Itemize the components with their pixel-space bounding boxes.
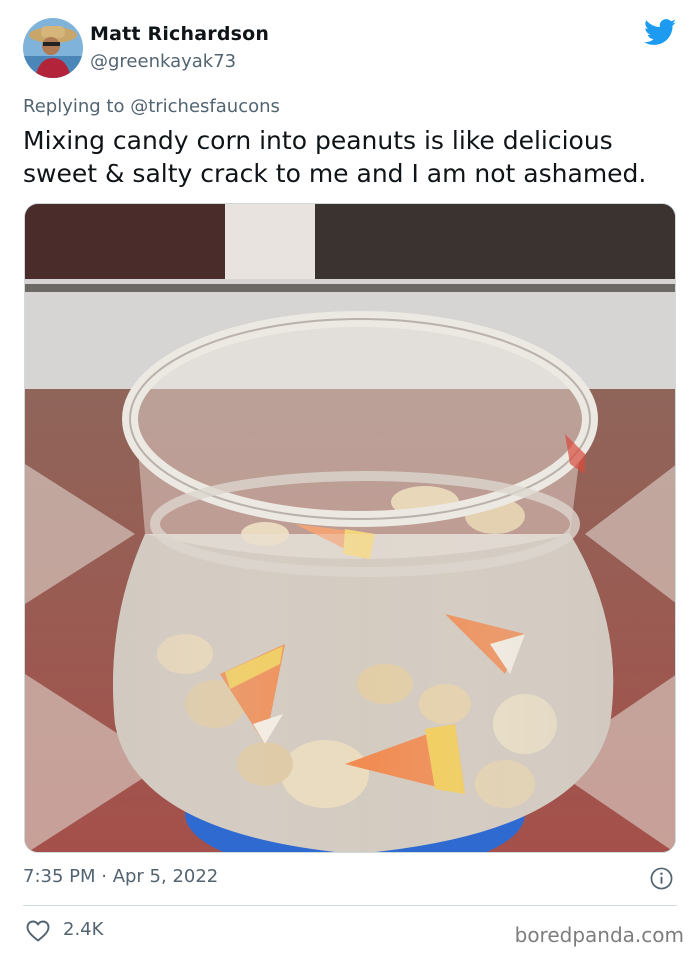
avatar[interactable] xyxy=(23,18,83,78)
tweet-timestamp[interactable]: 7:35 PM · Apr 5, 2022 xyxy=(23,866,218,887)
twitter-bird-icon[interactable] xyxy=(644,19,677,46)
divider xyxy=(23,905,677,906)
author-name[interactable]: Matt Richardson xyxy=(90,23,269,45)
tweet-photo[interactable] xyxy=(24,203,676,853)
reply-context: Replying to @trichesfaucons xyxy=(23,96,280,117)
like-count: 2.4K xyxy=(63,919,104,940)
author-handle[interactable]: @greenkayak73 xyxy=(90,51,236,72)
watermark: boredpanda.com xyxy=(514,923,684,947)
tweet-text: Mixing candy corn into peanuts is like d… xyxy=(23,126,647,188)
reply-mention[interactable]: @trichesfaucons xyxy=(130,96,280,117)
heart-icon[interactable] xyxy=(26,920,50,942)
reply-prefix: Replying to xyxy=(23,96,131,117)
tweet-card: Matt Richardson @greenkayak73 Replying t… xyxy=(0,0,700,957)
info-icon[interactable] xyxy=(650,867,673,890)
